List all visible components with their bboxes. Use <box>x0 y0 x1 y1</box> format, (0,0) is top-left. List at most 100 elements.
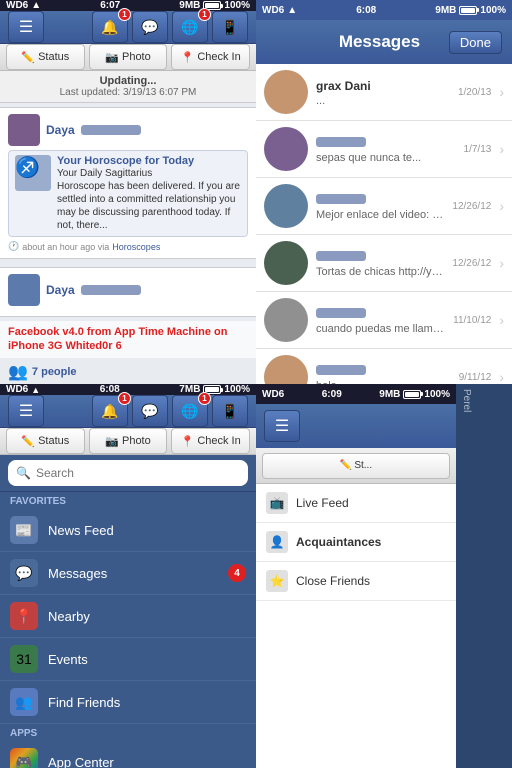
search-input[interactable] <box>36 466 240 480</box>
msg-date-0: 1/20/13 <box>458 87 491 98</box>
apps-item-0[interactable]: 🎮 App Center <box>0 741 256 768</box>
msg-button-q3[interactable]: 💬 <box>132 395 168 427</box>
done-button[interactable]: Done <box>449 31 502 54</box>
people-count: 7 people <box>32 366 77 378</box>
quadrant-messages: WD6 ▲ 6:08 9MB 100% Messages Done grax D… <box>256 0 512 384</box>
favorites-label: FAVORITES <box>0 492 256 509</box>
action-bar-q3: ✏️ Status 📷 Photo 📍 Check In <box>0 428 256 455</box>
message-item-0[interactable]: grax Dani ... 1/20/13 › <box>256 64 512 121</box>
phone-button-q3[interactable]: 📱 <box>212 395 248 427</box>
signal-q3: WD6 <box>6 384 28 395</box>
message-item-3[interactable]: Tortas de chicas http://youtu.be/G... 12… <box>256 235 512 292</box>
people-bar[interactable]: 👥 7 people <box>0 358 256 384</box>
globe-button-q1[interactable]: 🌐 1 <box>172 11 208 43</box>
messages-title: Messages <box>339 32 420 52</box>
globe-button-q3[interactable]: 🌐 1 <box>172 395 208 427</box>
photo-btn-q3[interactable]: 📷 Photo <box>89 428 168 454</box>
location-icon-q3: 📍 <box>181 435 195 448</box>
post-name-2: Daya <box>46 283 75 297</box>
hamburger-icon-q3: ☰ <box>19 401 33 421</box>
quadrant-menu: WD6 ▲ 6:08 7MB 100% ☰ 🔔 1 💬 <box>0 384 256 768</box>
pencil-icon: ✏️ <box>21 51 35 64</box>
chevron-right-icon-3: › <box>499 255 504 271</box>
menu-button-q1[interactable]: ☰ <box>8 11 44 43</box>
sidebar-item-1[interactable]: 👤 Acquaintances <box>256 523 456 562</box>
clock-icon: 🕐 <box>8 241 19 252</box>
favorites-item-0[interactable]: 📰 News Feed <box>0 509 256 552</box>
horoscope-title: Your Horoscope for Today <box>57 155 241 167</box>
favorites-item-1[interactable]: 💬 Messages 4 <box>0 552 256 595</box>
message-item-1[interactable]: sepas que nunca te... 1/7/13 › <box>256 121 512 178</box>
status-btn-q3[interactable]: ✏️ Status <box>6 428 85 454</box>
time-q1: 6:07 <box>100 0 120 11</box>
phone-icon-q3: 📱 <box>221 403 238 420</box>
notif-icon-q3: 🔔 <box>101 403 118 420</box>
notif-icon: 🔔 <box>101 19 118 36</box>
post-footer-1: 🕐 about an hour ago via Horoscopes <box>8 241 248 252</box>
message-item-2[interactable]: Mejor enlace del video: http://yout... 1… <box>256 178 512 235</box>
phone-button-q1[interactable]: 📱 <box>212 11 248 43</box>
favorites-item-3[interactable]: 31 Events <box>0 638 256 681</box>
overlay-fade[interactable]: Perel <box>456 384 512 768</box>
hamburger-icon-q4: ☰ <box>275 416 289 436</box>
menu-badge-fav-1: 4 <box>228 564 246 582</box>
status-bar-q4: WD6 6:09 9MB 100% <box>256 384 456 404</box>
search-box[interactable]: 🔍 <box>8 460 248 486</box>
globe-icon-q3: 🌐 <box>181 403 198 420</box>
checkin-button-q1[interactable]: 📍 Check In <box>171 44 250 70</box>
sidebar-panel: WD6 6:09 9MB 100% ☰ <box>256 384 456 768</box>
menu-btn-q4[interactable]: ☰ <box>264 410 300 442</box>
msg-date-3: 12/26/12 <box>452 258 491 269</box>
watermark: Facebook v4.0 from App Time Machine on i… <box>0 321 256 358</box>
message-icon: 💬 <box>141 19 158 36</box>
sidebar-item-2[interactable]: ⭐ Close Friends <box>256 562 456 601</box>
msg-info-1: sepas que nunca te... <box>316 134 456 164</box>
favorites-item-4[interactable]: 👥 Find Friends <box>0 681 256 724</box>
msg-preview-4: cuando puedas me llamas... <box>316 323 445 335</box>
people-icon: 👥 <box>8 362 28 382</box>
globe-badge-q3: 1 <box>198 392 211 405</box>
menu-button-q3[interactable]: ☰ <box>8 395 44 427</box>
status-button-q1[interactable]: ✏️ Status <box>6 44 85 70</box>
battery-pct-q4: 100% <box>424 389 450 400</box>
checkin-btn-q3[interactable]: 📍 Check In <box>171 428 250 454</box>
time-q3: 6:08 <box>100 384 120 395</box>
sidebar-label-0: Live Feed <box>296 496 349 510</box>
status-btn-q4[interactable]: ✏️ St... <box>262 453 450 479</box>
apps-label: APPS <box>0 724 256 741</box>
messages-button-q1[interactable]: 💬 <box>132 11 168 43</box>
msg-name-blurred <box>316 250 366 264</box>
notifications-button-q1[interactable]: 🔔 1 <box>92 11 128 43</box>
camera-icon: 📷 <box>105 51 119 64</box>
msg-info-0: grax Dani ... <box>316 77 450 107</box>
msg-name-blurred <box>316 193 366 207</box>
msg-preview-3: Tortas de chicas http://youtu.be/G... <box>316 266 444 278</box>
sidebar-icon-0: 📺 <box>266 492 288 514</box>
sidebar-icon-2: ⭐ <box>266 570 288 592</box>
notif-badge: 1 <box>118 8 131 21</box>
message-item-5[interactable]: hola 9/11/12 › <box>256 349 512 384</box>
notif-badge-q3: 1 <box>118 392 131 405</box>
menu-icon-fav-3: 31 <box>10 645 38 673</box>
wifi-icon-q3: ▲ <box>31 385 40 395</box>
avatar-daya2 <box>8 274 40 306</box>
msg-date-4: 11/10/12 <box>453 315 491 326</box>
favorites-item-2[interactable]: 📍 Nearby <box>0 595 256 638</box>
status-label-q3: Status <box>38 435 69 447</box>
notif-button-q3[interactable]: 🔔 1 <box>92 395 128 427</box>
photo-button-q1[interactable]: 📷 Photo <box>89 44 168 70</box>
message-item-4[interactable]: cuando puedas me llamas... 11/10/12 › <box>256 292 512 349</box>
msg-preview-2: Mejor enlace del video: http://yout... <box>316 209 444 221</box>
camera-icon-q3: 📷 <box>105 435 119 448</box>
msg-info-4: cuando puedas me llamas... <box>316 305 445 335</box>
menu-label-fav-4: Find Friends <box>48 695 246 710</box>
chevron-right-icon-0: › <box>499 84 504 100</box>
sidebar-item-0[interactable]: 📺 Live Feed <box>256 484 456 523</box>
menu-icon-fav-1: 💬 <box>10 559 38 587</box>
menu-label-fav-2: Nearby <box>48 609 246 624</box>
horoscope-content: Your Horoscope for Today Your Daily Sagi… <box>57 155 241 232</box>
msg-avatar-2 <box>264 184 308 228</box>
message-list: grax Dani ... 1/20/13 › sepas que nunca … <box>256 64 512 384</box>
time-q4: 6:09 <box>322 389 342 400</box>
horoscope-box[interactable]: ♐ Your Horoscope for Today Your Daily Sa… <box>8 150 248 237</box>
